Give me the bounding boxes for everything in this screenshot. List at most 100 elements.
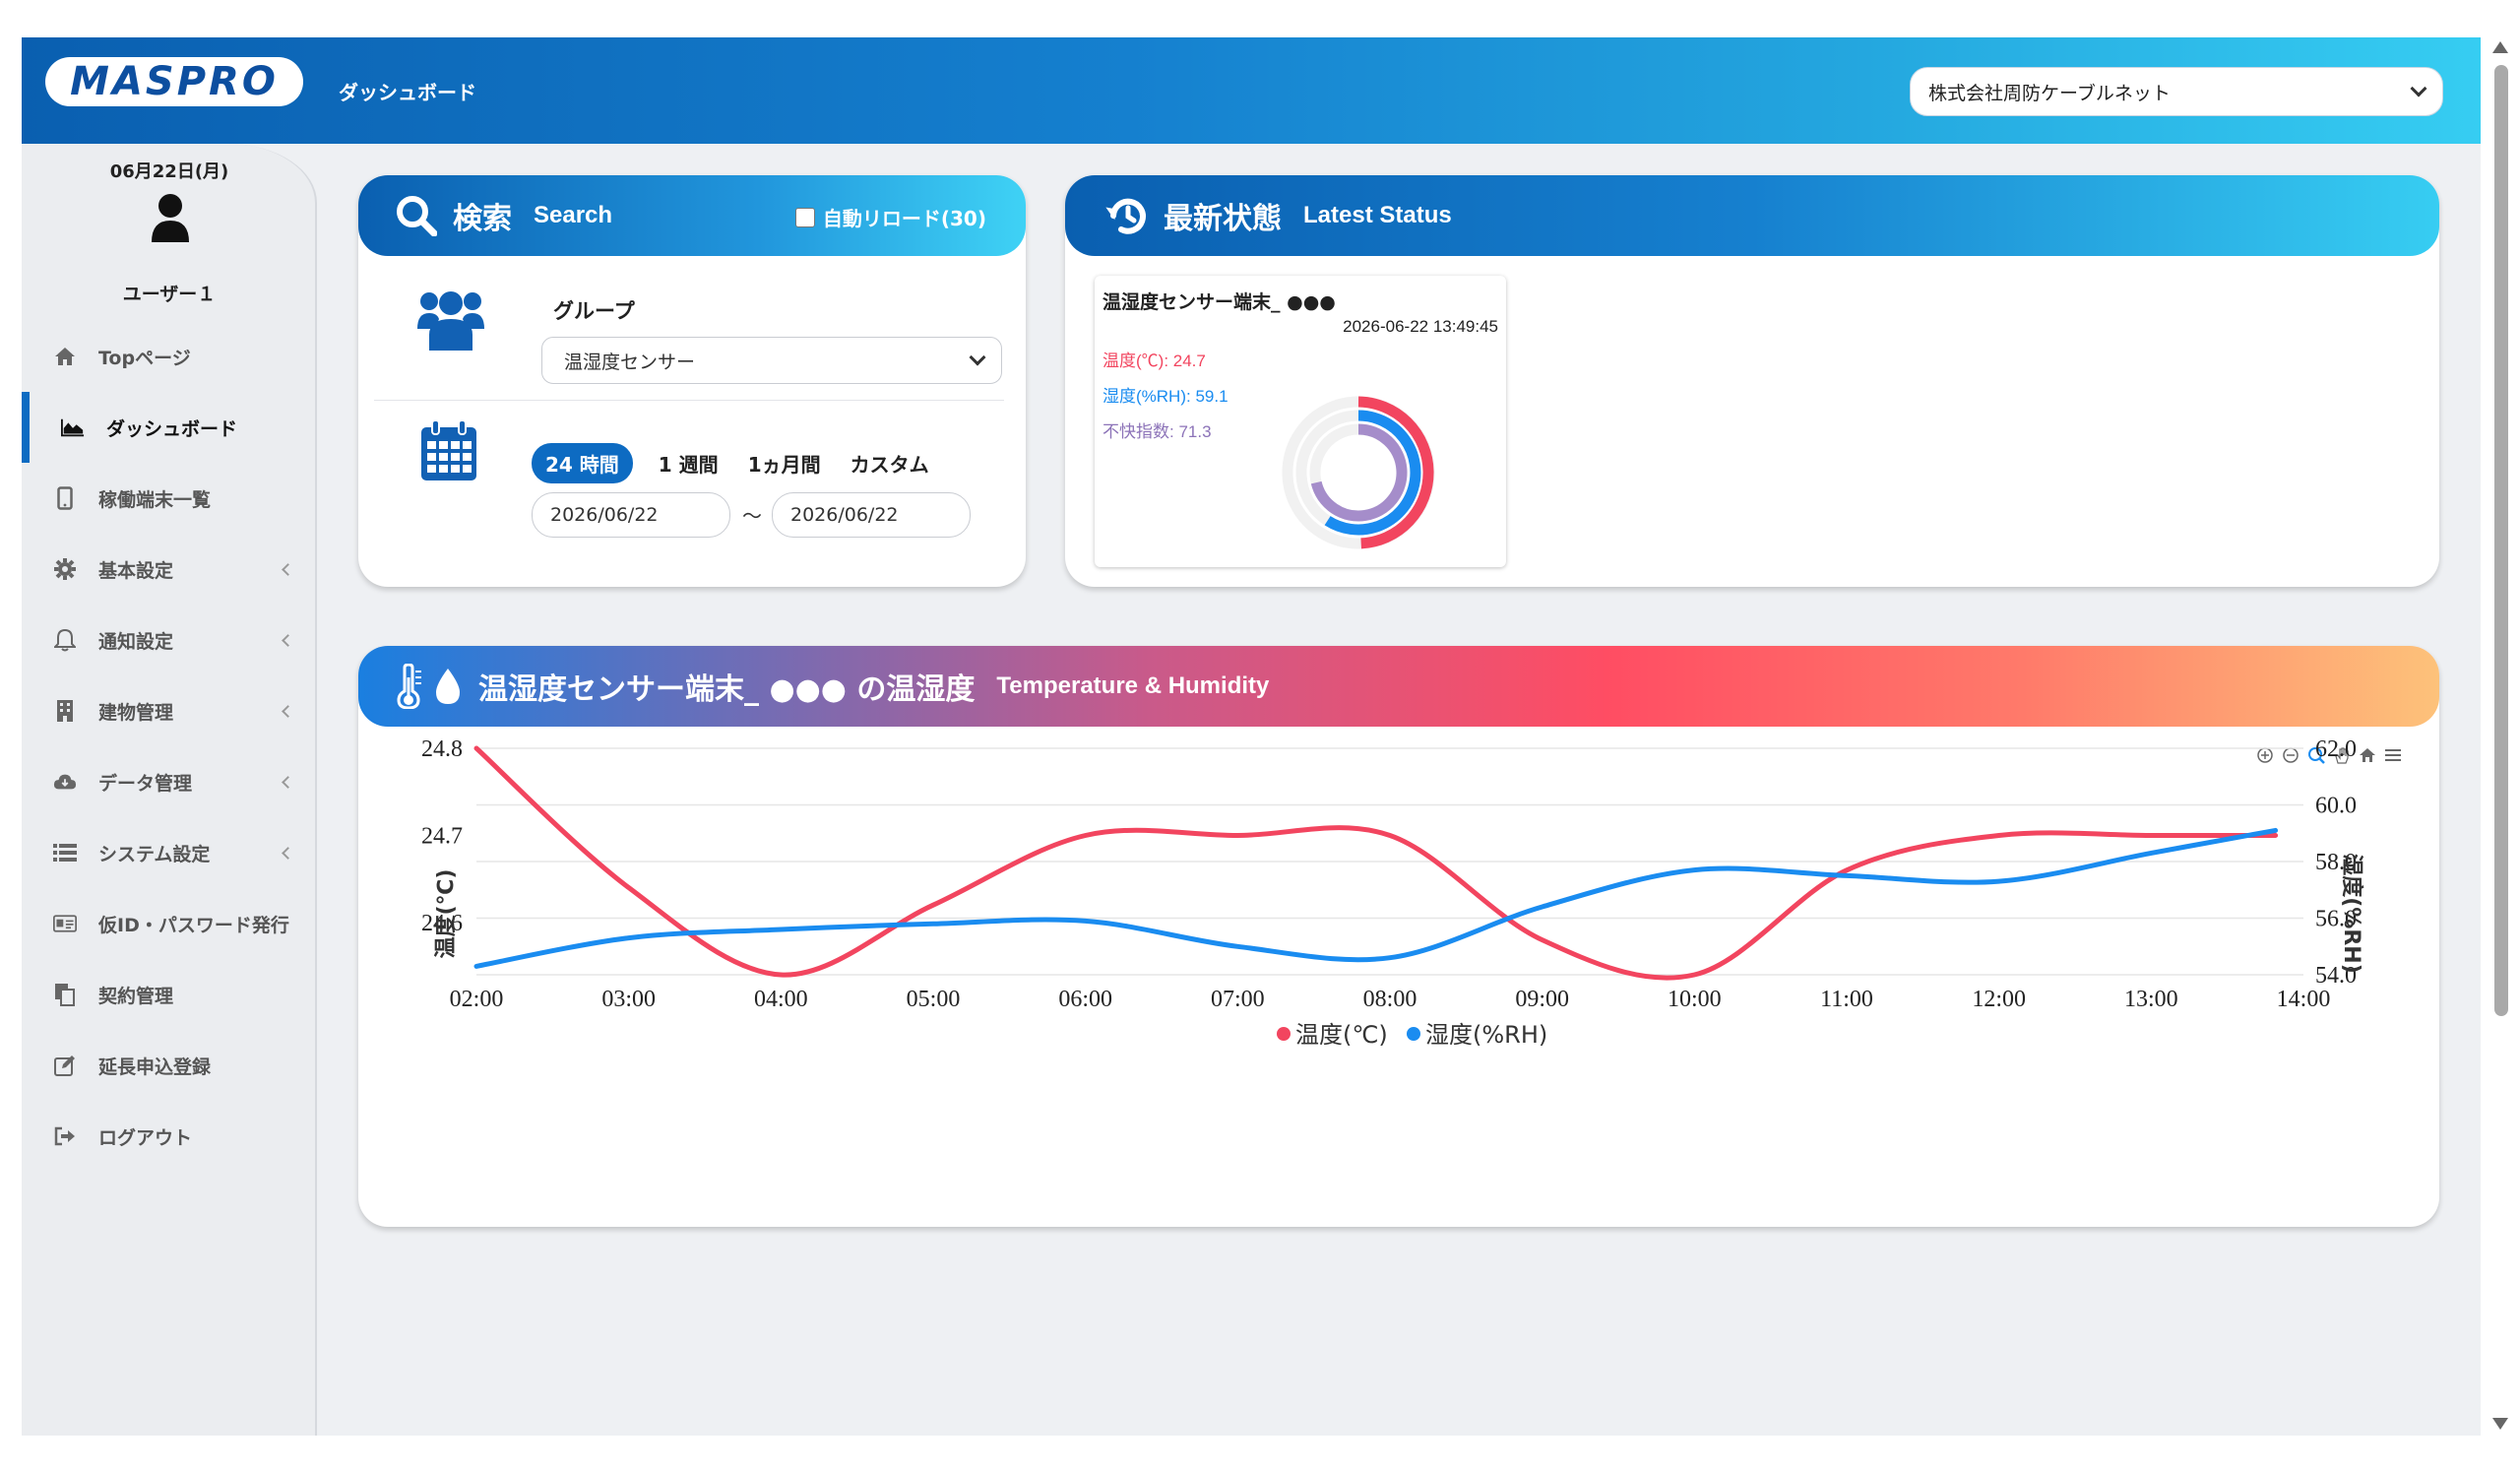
temp-humidity-chart: 02:00 03:00 04:00 05:00 06:00 07:00 08:00 09:00…	[421, 736, 2364, 1049]
sidebar-item-label: 通知設定	[98, 630, 174, 653]
temperature-series-line	[473, 745, 2279, 981]
chevron-left-icon	[282, 563, 294, 576]
x-tick-label: 11:00	[1820, 987, 1873, 1012]
date-to-input[interactable]: 2026/06/22	[772, 492, 971, 538]
sidebar-item-dashboard[interactable]: ダッシュボード	[22, 392, 317, 463]
chart-card-header: 温湿度センサー端末_ ●●● の温湿度 Temperature & Humidi…	[358, 646, 2439, 727]
y-axis-label: 温度(℃)	[433, 869, 459, 959]
x-tick-label: 10:00	[1668, 987, 1722, 1012]
sidebar-item-extension[interactable]: 延長申込登録	[22, 1030, 317, 1101]
group-select[interactable]: 温湿度センサー	[541, 337, 1002, 384]
radial-gauge	[1282, 396, 1435, 549]
scroll-down-arrow-icon[interactable]	[2492, 1418, 2508, 1430]
app-frame: 06月22日(月) ユーザー１ Topページ ダッシュボード 稼働端末一覧 基本…	[22, 37, 2481, 1436]
latest-status-header: 最新状態 Latest Status	[1065, 175, 2439, 256]
x-tick-label: 09:00	[1515, 987, 1569, 1012]
x-tick-label: 14:00	[2277, 987, 2331, 1012]
window-scrollbar[interactable]	[2481, 37, 2520, 1436]
list-icon	[53, 841, 77, 864]
date-from-input[interactable]: 2026/06/22	[532, 492, 730, 538]
bell-icon	[53, 628, 77, 652]
device-timestamp: 2026-06-22 13:49:45	[1343, 317, 1498, 336]
y-tick-label: 24.8	[421, 736, 463, 762]
humidity-reading: 湿度(%RH): 59.1	[1102, 387, 1228, 406]
device-status-card[interactable]: 温湿度センサー端末_ ●●● 2026-06-22 13:49:45 温度(℃)…	[1095, 276, 1506, 567]
auto-reload-checkbox[interactable]: 自動リロード(30)	[794, 203, 986, 231]
chevron-left-icon	[282, 634, 294, 647]
period-tab-24h[interactable]: 24 時間	[532, 443, 633, 483]
chart-card-title: 温湿度センサー端末_ ●●● の温湿度	[478, 672, 976, 707]
logo-text: MASPRO	[70, 59, 279, 104]
legend-label[interactable]: 温度(℃)	[1295, 1021, 1388, 1049]
x-tick-label: 04:00	[754, 987, 808, 1012]
users-icon	[417, 291, 484, 351]
y2-tick-label: 60.0	[2315, 794, 2357, 819]
user-avatar-icon	[152, 194, 189, 242]
search-card: 検索 Search 自動リロード(30) グループ 温湿度センサー 24 時間 …	[358, 175, 1026, 587]
cloud-download-icon	[53, 770, 77, 794]
chevron-down-icon	[969, 349, 986, 366]
sidebar-item-label: 稼働端末一覧	[98, 488, 212, 511]
chart-series	[473, 745, 2279, 981]
scroll-thumb[interactable]	[2494, 65, 2508, 1016]
sidebar-item-label: システム設定	[98, 843, 211, 865]
company-select[interactable]: 株式会社周防ケーブルネット	[1910, 67, 2443, 116]
top-header: MASPRO ダッシュボード 株式会社周防ケーブルネット	[22, 37, 2481, 144]
sidebar-item-contract[interactable]: 契約管理	[22, 959, 317, 1030]
chart-card-subtitle: Temperature & Humidity	[996, 672, 1270, 699]
chevron-left-icon	[282, 847, 294, 860]
home-icon	[53, 345, 77, 368]
group-label: グループ	[553, 299, 635, 323]
search-card-header: 検索 Search 自動リロード(30)	[358, 175, 1026, 256]
sidebar-date: 06月22日(月)	[109, 161, 229, 182]
temperature-reading: 温度(℃): 24.7	[1102, 352, 1206, 370]
y-tick-label: 24.7	[421, 823, 463, 849]
sidebar: 06月22日(月) ユーザー１ Topページ ダッシュボード 稼働端末一覧 基本…	[22, 144, 317, 1436]
sidebar-item-logout[interactable]: ログアウト	[22, 1101, 317, 1172]
period-tab-1m[interactable]: 1ヵ月間	[748, 449, 821, 478]
search-subtitle: Search	[534, 202, 613, 228]
temp-humidity-chart-card: 温湿度センサー端末_ ●●● の温湿度 Temperature & Humidi…	[358, 646, 2439, 1227]
humidity-series-line	[473, 827, 2279, 969]
scroll-up-arrow-icon[interactable]	[2492, 41, 2508, 53]
sidebar-item-label: データ管理	[98, 772, 193, 795]
sidebar-item-devices[interactable]: 稼働端末一覧	[22, 463, 317, 534]
period-tab-1w[interactable]: 1 週間	[659, 449, 719, 478]
sidebar-nav: Topページ ダッシュボード 稼働端末一覧 基本設定 通知設定 建物管理 データ…	[22, 321, 317, 1172]
page-title: ダッシュボード	[339, 81, 476, 104]
x-tick-label: 07:00	[1211, 987, 1265, 1012]
maspro-logo[interactable]: MASPRO	[45, 57, 303, 106]
search-title: 検索	[453, 202, 512, 236]
x-tick-label: 13:00	[2124, 987, 2178, 1012]
latest-status-card: 最新状態 Latest Status 温湿度センサー端末_ ●●● 2026-0…	[1065, 175, 2439, 587]
period-tab-custom[interactable]: カスタム	[850, 449, 929, 478]
sidebar-item-top[interactable]: Topページ	[22, 321, 317, 392]
sidebar-item-system-settings[interactable]: システム設定	[22, 817, 317, 888]
divider	[374, 400, 1004, 401]
date-range-tilde: 〜	[742, 504, 762, 528]
sidebar-item-data[interactable]: データ管理	[22, 746, 317, 817]
x-tick-label: 02:00	[450, 987, 504, 1012]
chevron-left-icon	[282, 776, 294, 789]
area-chart-icon	[61, 416, 85, 439]
sidebar-item-basic-settings[interactable]: 基本設定	[22, 534, 317, 605]
period-tabs: 24 時間 1 週間 1ヵ月間 カスタム	[532, 443, 959, 483]
edit-icon	[53, 1054, 77, 1077]
legend-marker	[1277, 1027, 1291, 1041]
chevron-down-icon	[2410, 80, 2427, 97]
x-tick-label: 03:00	[601, 987, 656, 1012]
x-tick-label: 05:00	[907, 987, 961, 1012]
auto-reload-label: 自動リロード(30)	[822, 207, 986, 230]
legend-label[interactable]: 湿度(%RH)	[1425, 1021, 1547, 1049]
sidebar-item-notification-settings[interactable]: 通知設定	[22, 605, 317, 675]
sidebar-item-building[interactable]: 建物管理	[22, 675, 317, 746]
building-icon	[53, 699, 77, 723]
discomfort-reading: 不快指数: 71.3	[1102, 422, 1212, 441]
sidebar-item-label: 仮ID・パスワード発行	[98, 914, 289, 936]
calendar-icon	[421, 419, 476, 480]
checkbox-box[interactable]	[794, 207, 815, 227]
sign-out-icon	[53, 1124, 77, 1148]
chevron-left-icon	[282, 705, 294, 718]
sidebar-item-temp-id[interactable]: 仮ID・パスワード発行	[22, 888, 317, 959]
device-name: 温湿度センサー端末_ ●●●	[1102, 291, 1336, 313]
